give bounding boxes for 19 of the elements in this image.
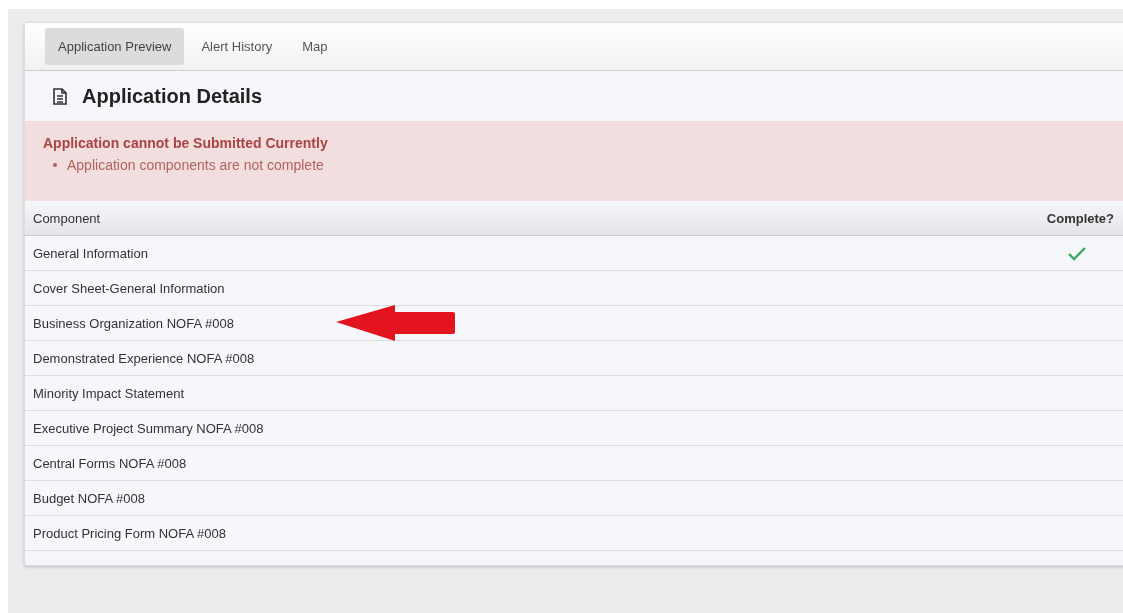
alert-title: Application cannot be Submitted Currently (43, 135, 329, 151)
bullet-icon (53, 163, 57, 167)
table-cell: General Information (33, 245, 148, 261)
document-icon (53, 87, 67, 105)
table-cell: Cover Sheet-General Information (33, 280, 225, 296)
section-title: Application Details (82, 84, 263, 108)
alert-message: Application components are not complete (67, 157, 324, 173)
tab[interactable]: Map (289, 28, 341, 65)
column-header: Component (33, 210, 101, 226)
table-cell: Minority Impact Statement (33, 385, 184, 401)
table-cell: Demonstrated Experience NOFA #008 (33, 350, 255, 366)
table-cell: Executive Project Summary NOFA #008 (33, 420, 264, 436)
table-cell: Product Pricing Form NOFA #008 (33, 525, 226, 541)
table-cell: Budget NOFA #008 (33, 490, 146, 506)
table-cell: Central Forms NOFA #008 (33, 455, 187, 471)
tab[interactable]: Application Preview (45, 28, 185, 65)
tab[interactable]: Alert History (188, 28, 286, 65)
column-header: Complete? (1046, 210, 1114, 226)
table-cell: Business Organization NOFA #008 (33, 315, 234, 331)
